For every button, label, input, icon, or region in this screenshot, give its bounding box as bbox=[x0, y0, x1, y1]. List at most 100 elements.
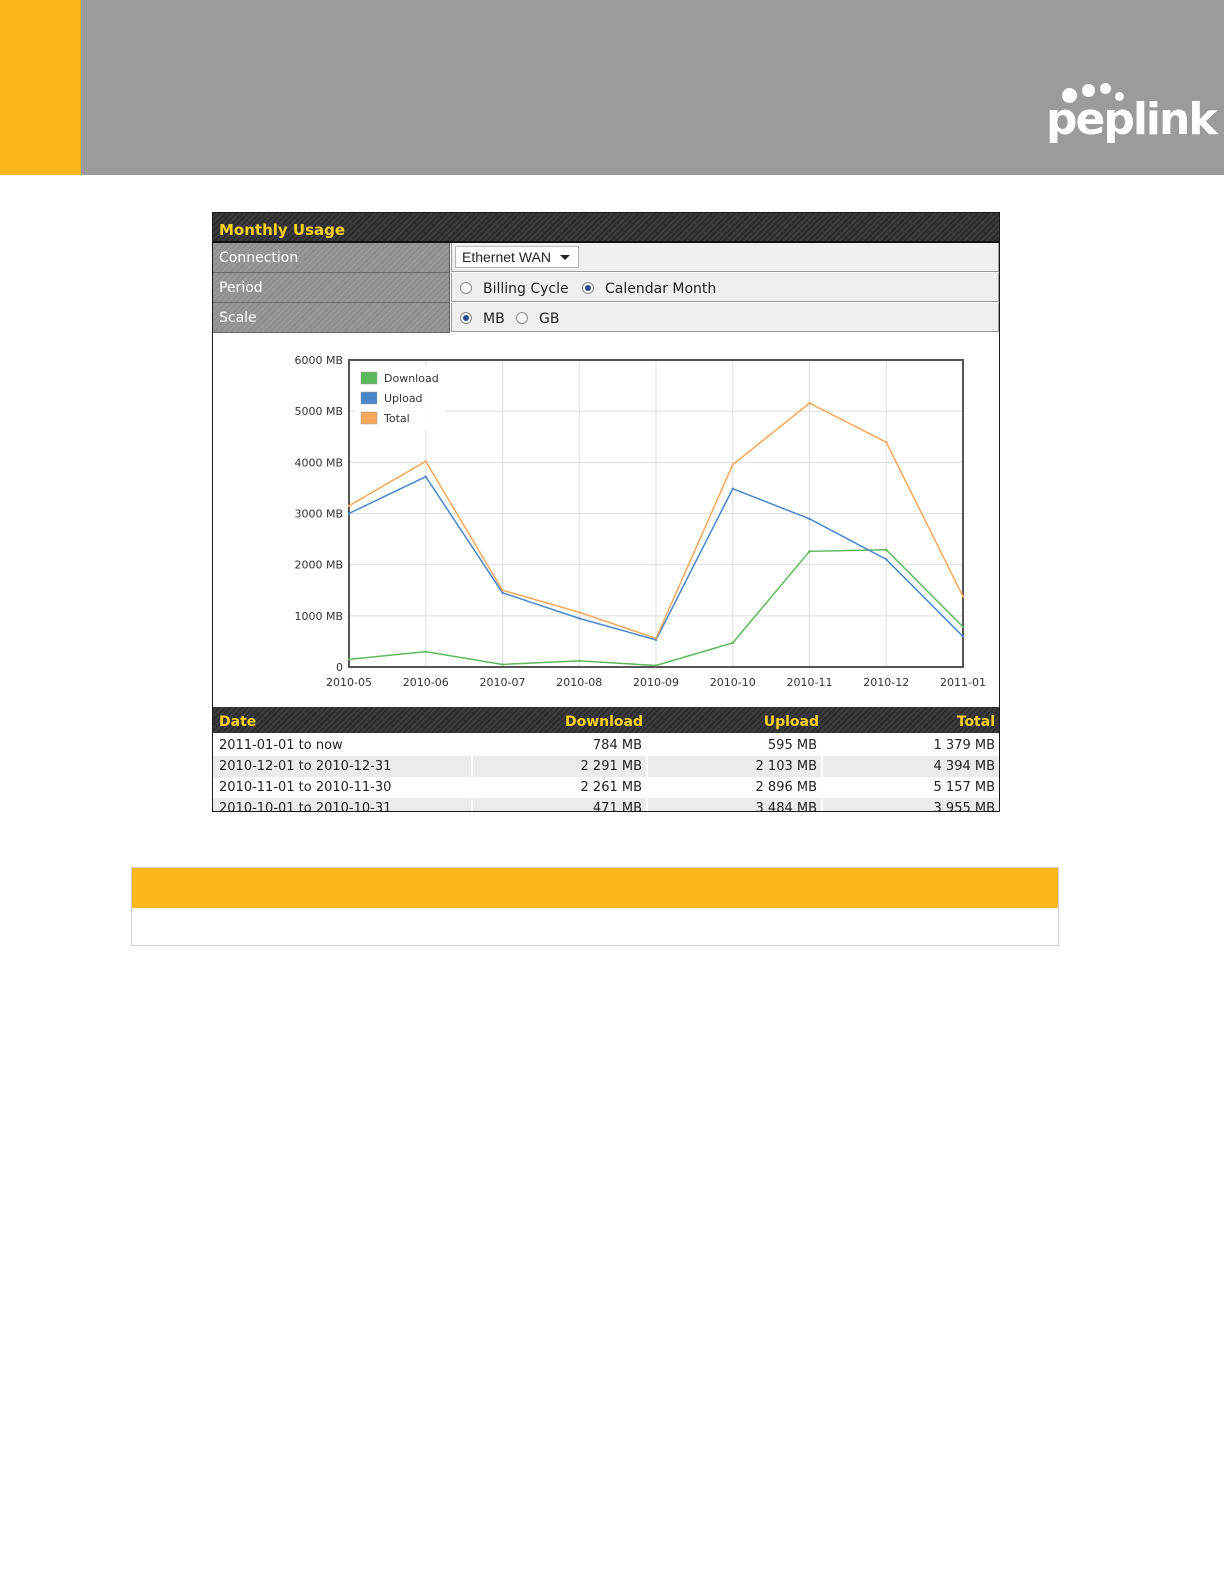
panel-title-bar: Monthly Usage bbox=[213, 213, 999, 243]
table-row: 2010-11-01 to 2010-11-30 2 261 MB 2 896 MB… bbox=[213, 777, 999, 798]
connection-label: Connection bbox=[219, 250, 299, 266]
y-tick-label: 4000 MB bbox=[294, 456, 343, 469]
logo-dot-3 bbox=[1100, 83, 1111, 94]
data-point-total bbox=[808, 401, 811, 405]
download-cell: 2 261 MB bbox=[580, 780, 642, 795]
gb-radio[interactable] bbox=[516, 312, 528, 324]
x-tick-label: 2010-05 bbox=[326, 676, 372, 689]
upload-cell: 3 484 MB bbox=[648, 798, 821, 811]
period-row: Period Billing Cycle Calendar Month bbox=[213, 273, 999, 303]
table-row: 2010-10-01 to 2010-10-31 471 MB 3 484 MB 3 … bbox=[213, 798, 999, 811]
logo-text: peplink bbox=[1046, 94, 1218, 145]
mb-radio[interactable] bbox=[460, 312, 472, 324]
connection-select[interactable]: Ethernet WAN bbox=[455, 246, 579, 268]
download-cell: 2 291 MB bbox=[473, 756, 646, 777]
data-point-upload bbox=[961, 635, 965, 638]
gb-label[interactable]: GB bbox=[539, 311, 559, 327]
x-tick-label: 2011-01 bbox=[940, 676, 986, 689]
download-cell: 784 MB bbox=[592, 738, 642, 753]
period-value-cell: Billing Cycle Calendar Month bbox=[451, 273, 999, 302]
table-row: 2011-01-01 to now 784 MB 595 MB 1 379 MB bbox=[213, 735, 999, 756]
download-cell: 471 MB bbox=[473, 798, 646, 811]
legend-swatch-upload bbox=[360, 391, 378, 405]
upload-cell: 595 MB bbox=[767, 738, 817, 753]
x-tick-label: 2010-06 bbox=[403, 676, 449, 689]
monthly-usage-panel: Monthly Usage Connection Ethernet WAN Pe… bbox=[212, 212, 1000, 812]
y-tick-label: 3000 MB bbox=[294, 508, 343, 521]
calendar-month-label[interactable]: Calendar Month bbox=[605, 281, 716, 297]
data-point-total bbox=[347, 504, 351, 508]
upload-column-header: Upload bbox=[763, 714, 819, 730]
usage-table-header: Date Download Upload Total bbox=[213, 707, 999, 733]
scale-label: Scale bbox=[219, 310, 257, 326]
scale-value-cell: MB GB bbox=[451, 303, 999, 332]
monthly-usage-chart: 0 1000 MB 2000 MB 3000 MB 4000 MB 5000 MB 6000… bbox=[294, 354, 986, 689]
scale-label-cell: Scale bbox=[213, 303, 450, 333]
connection-row: Connection Ethernet WAN bbox=[213, 243, 999, 273]
y-tick-label: 0 bbox=[336, 661, 343, 674]
data-point-upload bbox=[731, 487, 734, 490]
y-tick-label: 5000 MB bbox=[294, 405, 343, 418]
page-header: peplink bbox=[0, 0, 1224, 175]
upload-cell: 2 103 MB bbox=[648, 756, 821, 777]
data-point-total bbox=[424, 460, 427, 463]
data-point-download bbox=[578, 659, 581, 663]
chevron-down-icon bbox=[560, 255, 570, 260]
x-tick-label: 2010-12 bbox=[863, 676, 909, 689]
calendar-month-radio[interactable] bbox=[582, 282, 594, 294]
y-tick-label: 6000 MB bbox=[294, 354, 343, 367]
date-cell: 2010-10-01 to 2010-10-31 bbox=[213, 798, 471, 811]
y-tick-label: 2000 MB bbox=[294, 559, 343, 572]
total-column-header: Total bbox=[956, 714, 995, 730]
panel-title: Monthly Usage bbox=[219, 221, 346, 239]
note-box bbox=[131, 867, 1059, 946]
data-point-download bbox=[347, 658, 351, 661]
total-cell: 4 394 MB bbox=[823, 756, 999, 777]
date-cell: 2011-01-01 to now bbox=[219, 738, 343, 753]
data-point-upload bbox=[808, 517, 811, 521]
data-point-download bbox=[731, 641, 734, 645]
peplink-logo: peplink bbox=[1040, 80, 1218, 155]
connection-select-value: Ethernet WAN bbox=[462, 249, 551, 265]
scale-row: Scale MB GB bbox=[213, 303, 999, 333]
data-point-total bbox=[578, 611, 581, 614]
x-tick-label: 2010-08 bbox=[556, 676, 602, 689]
header-accent-bar bbox=[0, 0, 81, 175]
upload-cell: 2 896 MB bbox=[755, 780, 817, 795]
x-tick-label: 2010-10 bbox=[710, 676, 756, 689]
y-tick-label: 1000 MB bbox=[294, 610, 343, 623]
connection-label-cell: Connection bbox=[213, 243, 450, 273]
data-point-download bbox=[654, 664, 658, 667]
legend-swatch-total bbox=[360, 411, 378, 425]
data-point-total bbox=[654, 637, 658, 640]
legend-label-download: Download bbox=[384, 372, 439, 385]
total-cell: 1 379 MB bbox=[933, 738, 995, 753]
legend-swatch-download bbox=[360, 371, 378, 385]
data-point-total bbox=[501, 589, 504, 592]
legend-label-total: Total bbox=[383, 412, 410, 425]
data-point-total bbox=[961, 595, 965, 598]
data-point-download bbox=[808, 550, 811, 553]
billing-cycle-radio[interactable] bbox=[460, 282, 472, 294]
data-point-download bbox=[424, 650, 427, 653]
mb-label[interactable]: MB bbox=[483, 311, 505, 327]
x-tick-label: 2010-11 bbox=[787, 676, 833, 689]
x-tick-label: 2010-09 bbox=[633, 676, 679, 689]
legend-label-upload: Upload bbox=[384, 392, 423, 405]
data-point-upload bbox=[885, 558, 888, 561]
x-tick-label: 2010-07 bbox=[480, 676, 526, 689]
data-point-download bbox=[501, 663, 504, 666]
data-point-download bbox=[961, 625, 965, 629]
note-box-header-bar bbox=[132, 868, 1058, 908]
period-label: Period bbox=[219, 280, 263, 296]
table-row: 2010-12-01 to 2010-12-31 2 291 MB 2 103 MB… bbox=[213, 756, 999, 777]
period-label-cell: Period bbox=[213, 273, 450, 303]
billing-cycle-label[interactable]: Billing Cycle bbox=[483, 281, 569, 297]
total-cell: 3 955 MB bbox=[823, 798, 999, 811]
data-point-upload bbox=[501, 591, 504, 595]
total-cell: 5 157 MB bbox=[933, 780, 995, 795]
download-column-header: Download bbox=[564, 714, 643, 730]
data-point-total bbox=[885, 440, 888, 444]
date-cell: 2010-12-01 to 2010-12-31 bbox=[213, 756, 471, 777]
data-point-upload bbox=[424, 475, 427, 478]
